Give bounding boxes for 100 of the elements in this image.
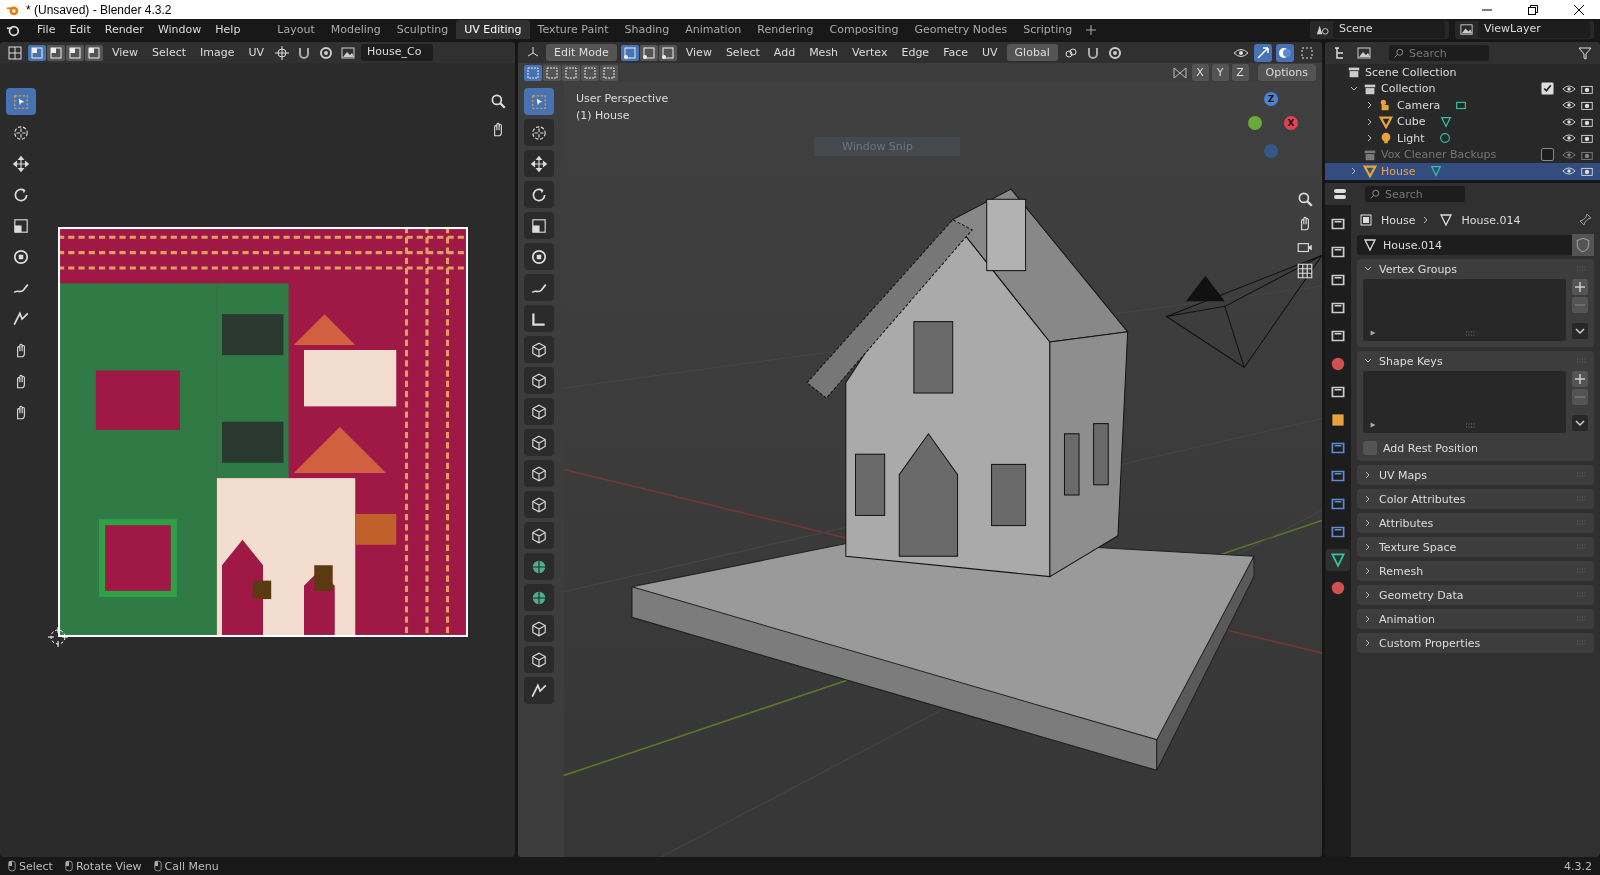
tool-button[interactable] [524,522,554,549]
tool-button[interactable] [524,584,554,611]
menu-item[interactable]: Select [720,43,765,62]
select-mode-icon[interactable] [28,44,46,61]
chevron-down-icon[interactable] [1572,323,1588,339]
image-name-field[interactable]: House_Co [361,44,434,61]
data-tab-icon[interactable] [1326,549,1350,571]
menu-item[interactable]: Face [938,43,973,62]
menu-item[interactable]: Edit [62,20,98,39]
axis-gizmo[interactable]: Z X [1242,92,1302,162]
workspace-tab[interactable]: Rendering [749,20,822,39]
select-mode-icon[interactable] [47,44,65,61]
workspace-tab[interactable]: Geometry Nodes [906,20,1016,39]
menu-item[interactable]: Select [147,43,192,62]
editor-type-icon[interactable] [6,43,24,62]
grip-icon[interactable] [1464,331,1477,337]
axis-toggle[interactable]: Y [1211,64,1229,81]
selection-option-icon[interactable] [543,64,561,81]
selection-option-icon[interactable] [581,64,599,81]
outliner-row[interactable]: Cube [1325,113,1600,130]
tool-button[interactable] [524,677,554,704]
menu-item[interactable]: Mesh [804,43,844,62]
tool-button[interactable] [524,150,554,177]
menu-item[interactable]: Window [150,20,209,39]
menu-item[interactable]: Image [195,43,240,62]
panel-header[interactable]: Remesh [1357,561,1594,581]
plus-icon[interactable] [1572,371,1588,387]
checkbox[interactable] [1541,82,1554,96]
selection-option-icon[interactable] [600,64,618,81]
select-mode-icon[interactable] [85,44,103,61]
workspace-tab[interactable]: UV Editing [456,20,530,39]
tool-button[interactable] [524,212,554,239]
tool-button[interactable] [524,305,554,332]
panel-header[interactable]: Custom Properties [1357,633,1594,653]
search-field[interactable]: Search [1365,186,1465,202]
outliner-row[interactable]: Light [1325,130,1600,147]
tool-button[interactable] [524,615,554,642]
options-dropdown[interactable]: Options [1257,64,1316,81]
menu-item[interactable]: UV [977,43,1003,62]
menu-item[interactable]: View [107,43,144,62]
mesh-data-icon[interactable] [1439,114,1454,129]
panel-header[interactable]: Animation [1357,609,1594,629]
select-mode-icon[interactable] [620,44,639,61]
overlay-icon[interactable] [1276,43,1294,62]
tool-button[interactable] [524,460,554,487]
workspace-tab[interactable]: Modeling [322,20,389,39]
menu-item[interactable]: Add [768,43,801,62]
tool-button[interactable] [524,367,554,394]
workspace-tab[interactable]: Animation [677,20,750,39]
outliner-row[interactable]: Scene Collection [1325,64,1600,81]
axis-toggle[interactable]: Z [1231,64,1249,81]
panel-header[interactable]: Geometry Data [1357,585,1594,605]
selection-option-icon[interactable] [524,64,542,81]
tool-button[interactable] [524,274,554,301]
outliner-row[interactable]: Collection [1325,80,1600,97]
grip-icon[interactable] [1464,423,1477,429]
add-icon[interactable] [1086,24,1097,35]
panel-header[interactable]: UV Maps [1357,465,1594,485]
tool-button[interactable] [524,181,554,208]
panel-header[interactable]: Attributes [1357,513,1594,533]
pivot-icon[interactable] [273,43,292,62]
workspace-tab[interactable]: Sculpting [388,20,457,39]
plus-icon[interactable] [1572,279,1588,295]
tool-button[interactable] [524,646,554,673]
restore-icon[interactable] [1528,4,1538,15]
outliner-row[interactable]: House [1325,163,1600,180]
panel-header[interactable]: Shape Keys [1357,351,1594,371]
menu-item[interactable]: Render [97,20,151,39]
tool-button[interactable] [524,243,554,270]
menu-item[interactable]: Vertex [847,43,893,62]
play-icon[interactable] [1369,329,1377,337]
close-icon[interactable] [1574,4,1584,15]
zoom-icon[interactable] [1296,190,1314,208]
menu-item[interactable]: Edge [896,43,935,62]
zoom-icon[interactable] [489,92,507,110]
tool-button[interactable] [524,491,554,518]
image-icon[interactable] [1459,22,1474,37]
outliner-row[interactable]: Camera [1325,97,1600,114]
workspace-tab[interactable]: Texture Paint [529,20,617,39]
orientation-dropdown[interactable]: Global [1006,44,1058,61]
workspace-tab[interactable]: Compositing [821,20,907,39]
tool-button[interactable] [524,553,554,580]
menu-item[interactable]: File [30,20,63,39]
axis-toggle[interactable]: X [1191,64,1209,81]
workspace-tab[interactable]: Layout [269,20,323,39]
view-layer-field[interactable]: ViewLayer [1478,21,1590,38]
filter-icon[interactable] [1576,44,1594,62]
gizmo-toggle-icon[interactable] [1254,43,1272,62]
grid-icon[interactable] [1296,262,1314,280]
scene-field[interactable]: Scene [1333,21,1445,38]
image-icon[interactable] [1355,44,1373,62]
tool-button[interactable] [524,429,554,456]
select-mode-icon[interactable] [639,44,658,61]
shield-icon[interactable] [1572,234,1594,256]
tool-button[interactable] [524,336,554,363]
selection-option-icon[interactable] [562,64,580,81]
panel-header[interactable]: Color Attributes [1357,489,1594,509]
workspace-tab[interactable]: Shading [616,20,678,39]
mode-dropdown[interactable]: Edit Mode [546,44,617,61]
play-icon[interactable] [1369,421,1377,429]
